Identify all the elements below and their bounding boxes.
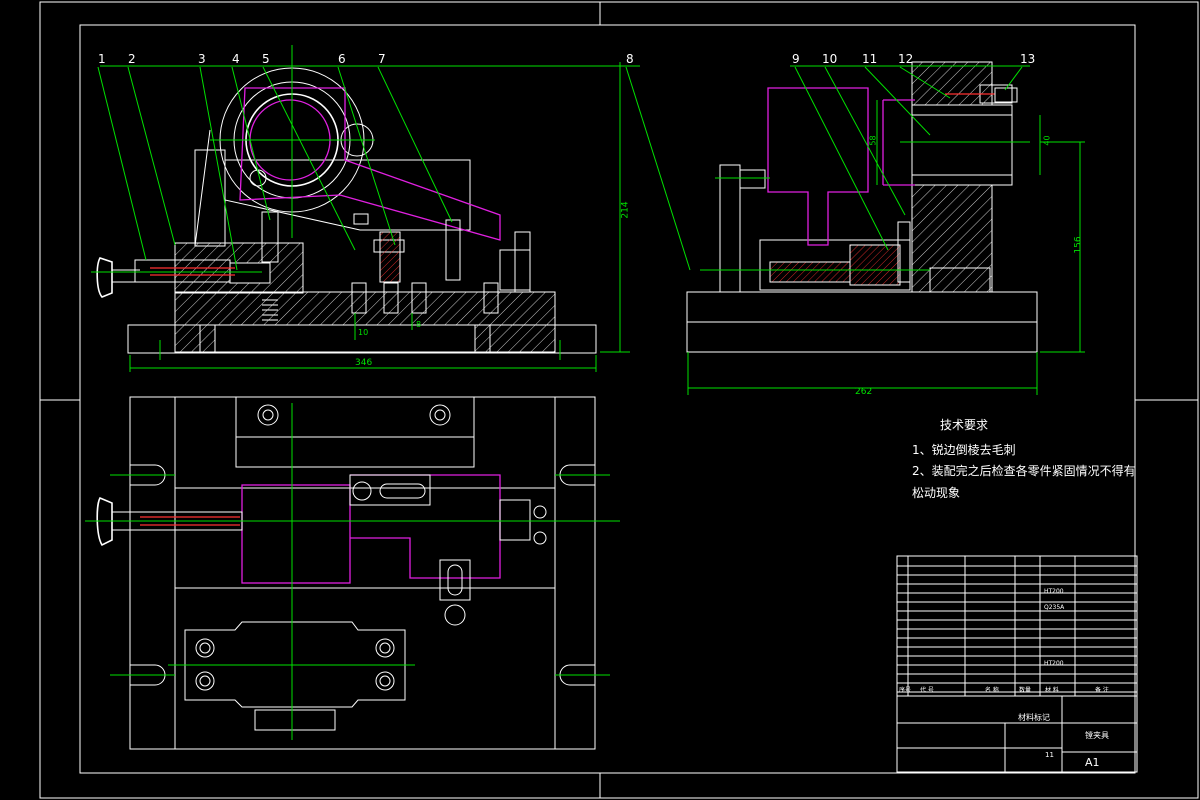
dim-bore-a: 58	[868, 135, 878, 146]
cad-drawing	[39, 1, 1199, 799]
notes-line-2: 2、装配完之后检查各零件紧固情况不得有	[912, 464, 1136, 478]
bom-mat-2: Q235A	[1044, 604, 1065, 611]
notes-line-3: 松动现象	[912, 486, 961, 500]
bom-mat-1: HT200	[1044, 588, 1064, 595]
dim-bore-b: 40	[1042, 135, 1052, 146]
notes-line-1: 1、锐边倒棱去毛刺	[912, 443, 1016, 457]
bom-header-note: 备 注	[1095, 687, 1109, 694]
balloon-8: 8	[626, 52, 634, 66]
dim-left1: 10	[358, 328, 369, 337]
sheet-size: A1	[1085, 756, 1100, 769]
balloon-7: 7	[378, 52, 386, 66]
balloon-12: 12	[898, 52, 914, 66]
material-label: 材料标记	[1018, 713, 1050, 722]
front-view	[91, 45, 691, 372]
balloon-11: 11	[862, 52, 878, 66]
balloon-9: 9	[792, 52, 800, 66]
bom-header-mat: 材 料	[1045, 687, 1059, 694]
balloon-1: 1	[98, 52, 106, 66]
sheet-count: 11	[1045, 751, 1054, 759]
balloon-10: 10	[822, 52, 838, 66]
bom-header-name: 名 称	[985, 687, 999, 694]
side-view	[686, 61, 1085, 395]
drawing-name: 镗夹具	[1085, 731, 1109, 740]
balloon-4: 4	[232, 52, 240, 66]
dim-front-width: 346	[355, 358, 373, 368]
bom-header-code: 代 号	[920, 687, 934, 694]
bom-header-seq: 序号	[899, 687, 912, 694]
balloon-3: 3	[198, 52, 206, 66]
dim-front-height: 214	[620, 201, 631, 219]
bom-mat-3: HT200	[1044, 660, 1064, 667]
plan-view	[85, 396, 620, 750]
dim-side-width: 262	[855, 387, 873, 397]
notes-title: 技术要求	[940, 418, 989, 432]
dim-left2: 8	[416, 320, 422, 329]
balloon-6: 6	[338, 52, 346, 66]
balloon-5: 5	[262, 52, 270, 66]
dim-side-height: 156	[1073, 236, 1084, 254]
balloon-13: 13	[1020, 52, 1036, 66]
bom-header-qty: 数量	[1019, 687, 1032, 694]
balloon-2: 2	[128, 52, 136, 66]
